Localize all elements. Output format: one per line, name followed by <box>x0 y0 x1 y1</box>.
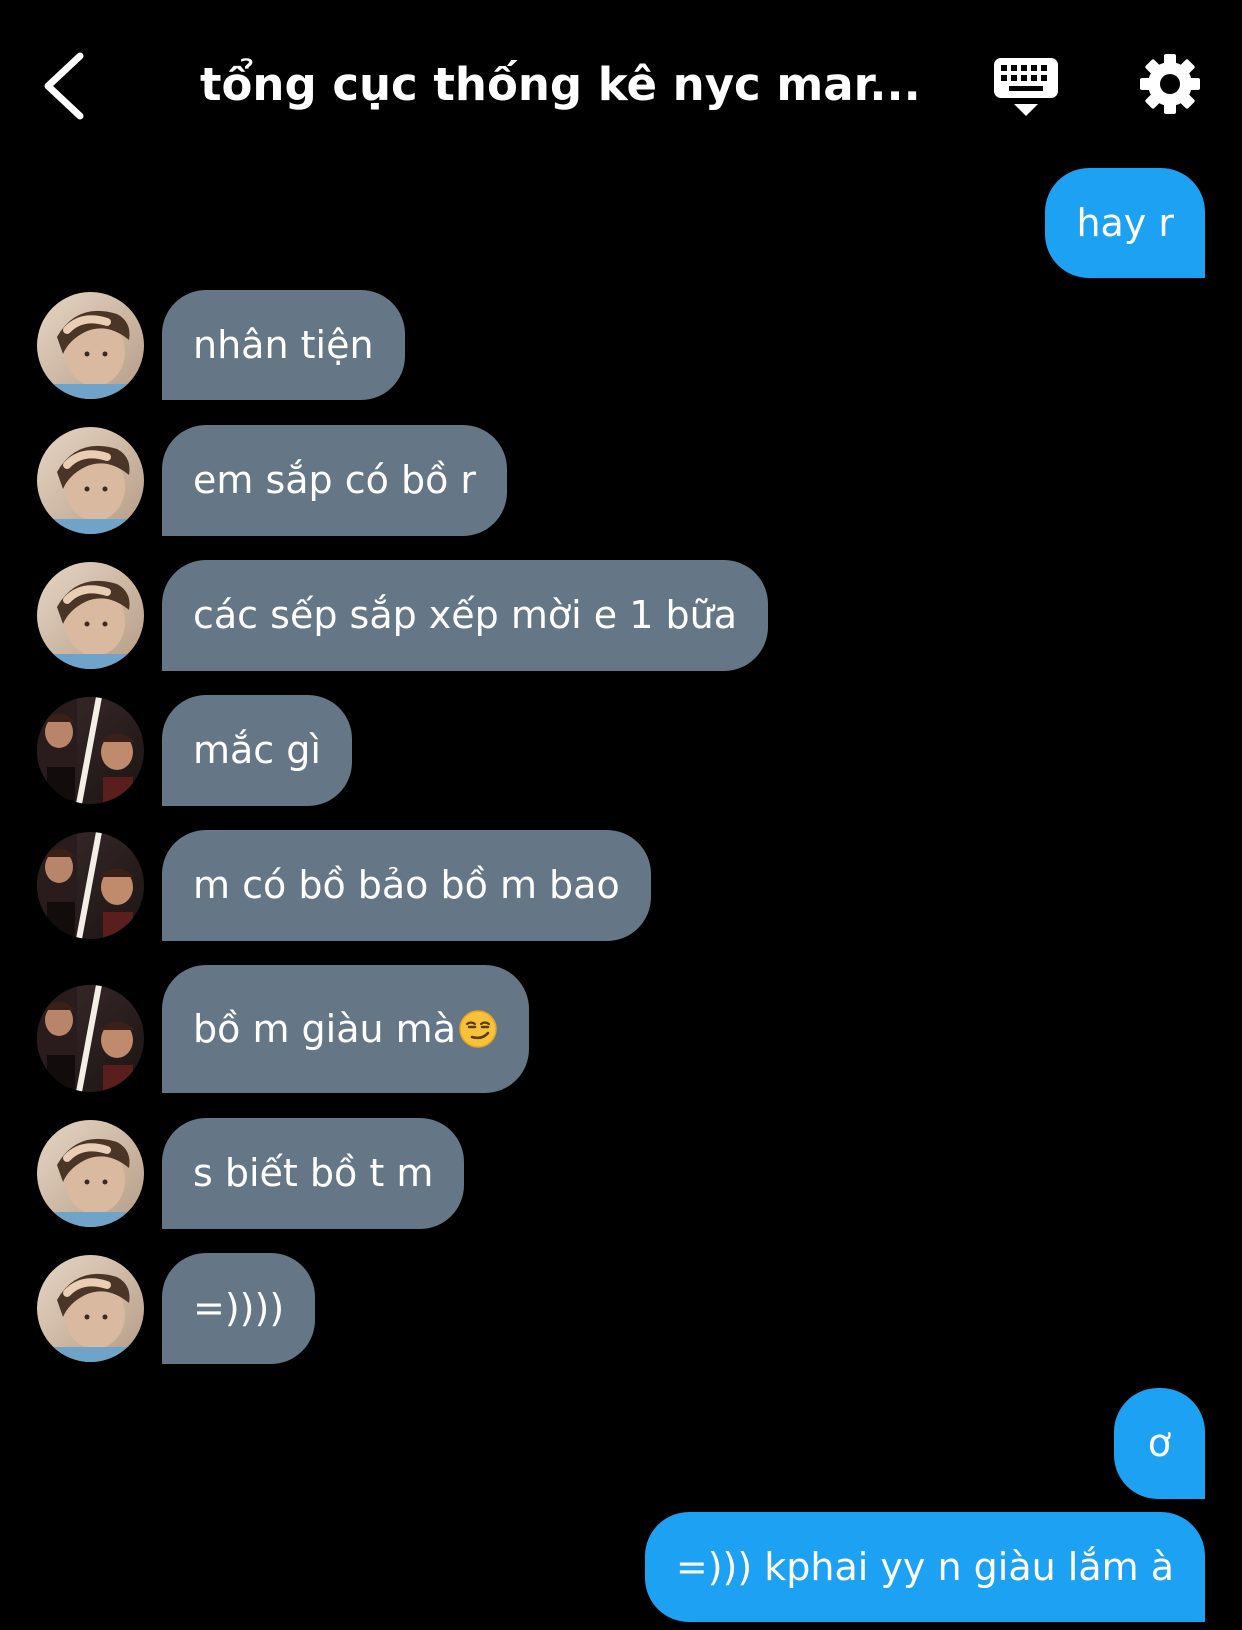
message-row: hay r <box>0 168 1242 278</box>
outgoing-message-bubble[interactable]: =))) kphai yy n giàu lắm à <box>644 1512 1205 1622</box>
incoming-message-bubble[interactable]: m có bồ bảo bồ m bao <box>162 830 651 941</box>
avatar[interactable] <box>37 562 144 669</box>
message-text: =)))) <box>193 1286 285 1330</box>
message-row: mắc gì <box>0 695 1242 806</box>
message-text: mắc gì <box>193 728 321 772</box>
message-row: em sắp có bồ r <box>0 425 1242 536</box>
incoming-message-bubble[interactable]: em sắp có bồ r <box>162 425 508 536</box>
message-text: bồ m giàu mà <box>193 1007 456 1051</box>
message-thread[interactable]: hay r nhân tiện em sắp có bồ r các sếp s… <box>0 0 1242 1630</box>
message-text: các sếp sắp xếp mời e 1 bữa <box>193 593 737 637</box>
message-row: các sếp sắp xếp mời e 1 bữa <box>0 560 1242 671</box>
outgoing-message-bubble[interactable]: ơ <box>1113 1388 1205 1499</box>
avatar[interactable] <box>37 427 144 534</box>
message-row: m có bồ bảo bồ m bao <box>0 830 1242 941</box>
incoming-message-bubble[interactable]: s biết bồ t m <box>162 1118 465 1229</box>
message-text: nhân tiện <box>193 323 374 367</box>
message-text: m có bồ bảo bồ m bao <box>193 863 620 907</box>
message-row: nhân tiện <box>0 290 1242 400</box>
message-text: em sắp có bồ r <box>193 458 477 502</box>
message-text: ơ <box>1147 1421 1171 1465</box>
message-row: =)))) <box>0 1253 1242 1364</box>
incoming-message-bubble[interactable]: bồ m giàu mà <box>162 965 529 1093</box>
message-text: hay r <box>1076 201 1174 245</box>
avatar[interactable] <box>37 985 144 1092</box>
avatar[interactable] <box>37 832 144 939</box>
avatar[interactable] <box>37 1255 144 1362</box>
avatar[interactable] <box>37 1120 144 1227</box>
smirk-emoji-icon <box>459 1009 497 1048</box>
outgoing-message-bubble[interactable]: hay r <box>1045 168 1205 278</box>
avatar[interactable] <box>37 697 144 804</box>
incoming-message-bubble[interactable]: mắc gì <box>162 695 352 806</box>
message-text: =))) kphai yy n giàu lắm à <box>675 1545 1174 1589</box>
message-row: ơ <box>0 1388 1242 1499</box>
incoming-message-bubble[interactable]: các sếp sắp xếp mời e 1 bữa <box>162 560 768 671</box>
avatar[interactable] <box>37 292 144 399</box>
message-row: bồ m giàu mà <box>0 965 1242 1093</box>
message-text: s biết bồ t m <box>193 1151 434 1195</box>
message-row: =))) kphai yy n giàu lắm à <box>0 1512 1242 1622</box>
message-row: s biết bồ t m <box>0 1118 1242 1229</box>
incoming-message-bubble[interactable]: =)))) <box>162 1253 316 1364</box>
incoming-message-bubble[interactable]: nhân tiện <box>162 290 405 400</box>
